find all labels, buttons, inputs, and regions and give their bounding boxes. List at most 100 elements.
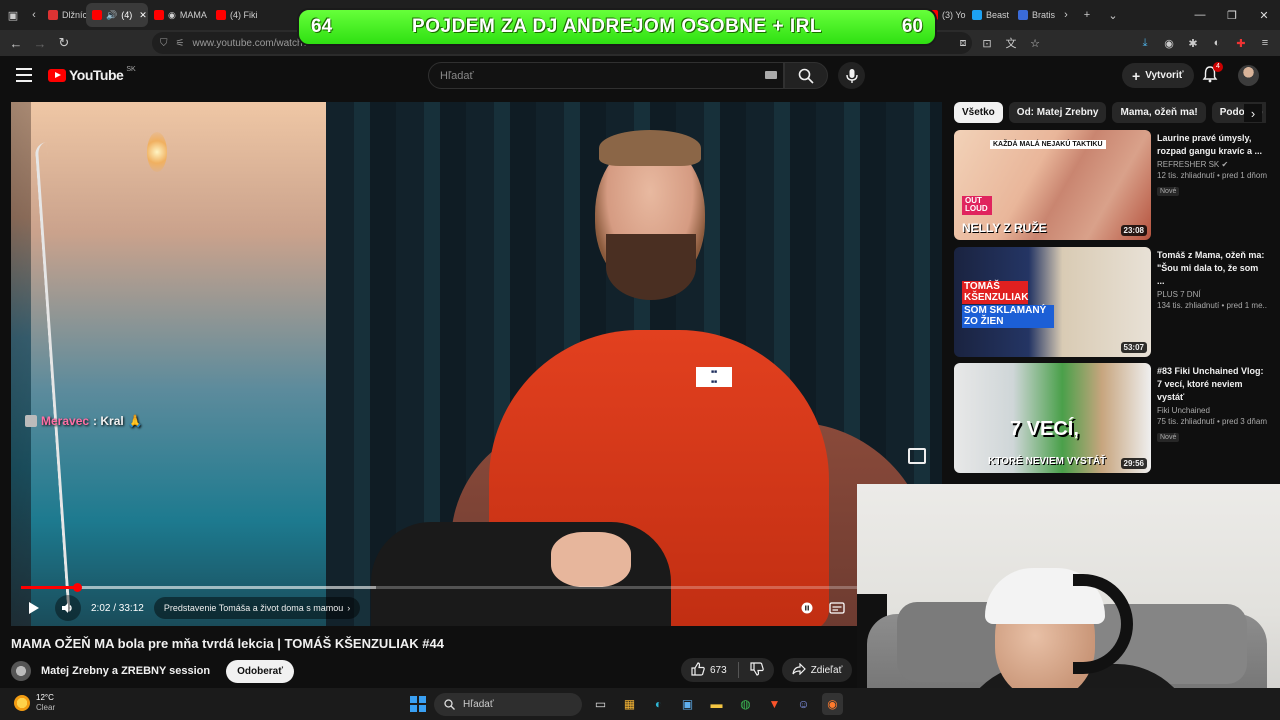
- rec-title[interactable]: Laurine pravé úmysly, rozpad gangu kraví…: [1157, 132, 1267, 158]
- keyboard-icon[interactable]: [765, 71, 777, 79]
- chrome-icon[interactable]: ◍: [735, 693, 756, 715]
- rec-channel[interactable]: REFRESHER SK ✔: [1157, 160, 1267, 169]
- firefox-icon[interactable]: ◉: [822, 693, 843, 715]
- record-icon: ◉: [168, 9, 176, 20]
- profile-icon[interactable]: ◉: [1160, 32, 1178, 54]
- tab-actions-icon[interactable]: ▣: [0, 3, 26, 27]
- chip-series[interactable]: Mama, ožeň ma!: [1112, 102, 1206, 123]
- extension-colorful-icon[interactable]: ◐: [1208, 32, 1226, 54]
- rec-title[interactable]: #83 Fiki Unchained Vlog: 7 vecí, ktoré n…: [1157, 365, 1267, 404]
- browser-tab-1[interactable]: Dlžníci: [42, 3, 86, 27]
- like-dislike-group: 673: [681, 658, 774, 682]
- play-icon: [29, 602, 39, 614]
- new-tab-icon[interactable]: +: [1074, 3, 1100, 27]
- recommendation-item[interactable]: TOMÁŠ KŠENZULIAK SOM SKLAMANÝ ZO ŽIEN 53…: [954, 247, 1270, 357]
- download-icon[interactable]: ⤓: [1136, 32, 1154, 54]
- chapter-button[interactable]: Predstavenie Tomáša a život doma s mamou…: [153, 597, 361, 619]
- store-icon[interactable]: ▦: [619, 693, 640, 715]
- speaker-icon[interactable]: 🔊: [106, 10, 117, 21]
- reload-icon[interactable]: ↻: [52, 31, 76, 55]
- hamburger-menu-icon[interactable]: [16, 68, 32, 82]
- autoplay-toggle-icon[interactable]: [792, 594, 822, 622]
- video-thumbnail[interactable]: KAŽDÁ MALÁ NEJAKÚ TAKTIKU OUT LOUD NELLY…: [954, 130, 1151, 240]
- chip-all[interactable]: Všetko: [954, 102, 1003, 123]
- windows-start-icon[interactable]: [410, 696, 426, 712]
- site-settings-icon[interactable]: ⚟: [176, 38, 185, 49]
- photos-icon[interactable]: ▣: [677, 693, 698, 715]
- taskbar-search[interactable]: Hľadať: [434, 693, 582, 716]
- recommendation-item[interactable]: 7 VECÍ, KTORÉ NEVIEM VYSTÁŤ 29:56 #83 Fi…: [954, 363, 1270, 473]
- restore-icon[interactable]: ❐: [1216, 0, 1248, 30]
- youtube-favicon-icon: [154, 10, 164, 20]
- video-player[interactable]: ■■ ■■ Meravec : Kral 🙏 2:02 / 33:12 Preds…: [11, 102, 942, 626]
- youtube-masthead: YouTube SK Hľadať + Vytvoriť 4: [0, 56, 1280, 96]
- subscribe-button[interactable]: Odoberať: [226, 659, 295, 683]
- play-button[interactable]: [19, 594, 49, 622]
- chat-text: : Kral: [93, 414, 124, 428]
- task-view-icon[interactable]: ▭: [590, 693, 611, 715]
- back-icon[interactable]: ←: [4, 31, 28, 55]
- recommendation-item[interactable]: KAŽDÁ MALÁ NEJAKÚ TAKTIKU OUT LOUD NELLY…: [954, 130, 1270, 240]
- rec-views: 75 tis. zhliadnutí • pred 3 dňami: [1157, 417, 1267, 426]
- browser-menu-icon[interactable]: ≡: [1256, 32, 1274, 54]
- rec-views: 12 tis. zhliadnutí • pred 1 dňom: [1157, 171, 1267, 180]
- rec-channel[interactable]: PLUS 7 DNÍ: [1157, 290, 1267, 299]
- browser-tab-3[interactable]: ◉ MAMA: [148, 3, 210, 27]
- video-thumbnail[interactable]: TOMÁŠ KŠENZULIAK SOM SKLAMANÝ ZO ŽIEN 53…: [954, 247, 1151, 357]
- subtitles-icon[interactable]: [822, 594, 852, 622]
- search-button[interactable]: [784, 62, 828, 89]
- rec-title[interactable]: Tomáš z Mama, ožeň ma: "Šou mi dala to, …: [1157, 249, 1267, 288]
- create-button[interactable]: + Vytvoriť: [1122, 63, 1194, 88]
- browser-tab-7[interactable]: Bratis: [1012, 3, 1058, 27]
- chips-next-arrow-icon[interactable]: ›: [1244, 104, 1262, 122]
- browser-tab-2[interactable]: 🔊 (4) ✕: [86, 3, 148, 27]
- weather-widget[interactable]: 12°C Clear: [14, 693, 55, 713]
- miniplayer-icon[interactable]: [908, 448, 926, 464]
- account-avatar[interactable]: [1238, 65, 1259, 86]
- duration-badge: 53:07: [1120, 342, 1147, 353]
- extensions-puzzle-icon[interactable]: ✱: [1184, 32, 1202, 54]
- brave-icon[interactable]: ▼: [764, 693, 785, 715]
- tab-scroll-right-icon[interactable]: ›: [1058, 3, 1074, 27]
- screenshot-icon[interactable]: ⧈: [954, 32, 972, 54]
- rec-channel[interactable]: Fiki Unchained: [1157, 406, 1267, 415]
- minimize-icon[interactable]: —: [1184, 0, 1216, 30]
- thumbs-up-icon[interactable]: [691, 661, 705, 679]
- video-frame: ■■ ■■: [11, 102, 942, 626]
- notifications-button[interactable]: 4: [1201, 62, 1223, 85]
- website-favicon-icon: [1018, 10, 1028, 20]
- chip-from-channel[interactable]: Od: Matej Zrebny: [1008, 102, 1107, 123]
- search-input[interactable]: Hľadať: [428, 62, 784, 89]
- chat-nick: Meravec: [41, 414, 90, 428]
- cast-icon[interactable]: ⊡: [978, 32, 996, 54]
- edge-icon[interactable]: ◐: [648, 693, 669, 715]
- extension-badge-icon[interactable]: ✚: [1232, 32, 1250, 54]
- share-button[interactable]: Zdieľať: [781, 658, 853, 682]
- voice-search-button[interactable]: [838, 62, 865, 89]
- progress-bar[interactable]: [21, 583, 932, 592]
- file-explorer-icon[interactable]: ▬: [706, 693, 727, 715]
- scrubber-handle[interactable]: [72, 583, 82, 592]
- browser-tab-6[interactable]: Beast: [966, 3, 1012, 27]
- weather-condition: Clear: [36, 703, 56, 712]
- bookmark-star-icon[interactable]: ☆: [1026, 32, 1044, 54]
- close-tab-icon[interactable]: ✕: [139, 10, 147, 21]
- browser-tab-4[interactable]: (4) Fiki: [210, 3, 262, 27]
- banner-left-number: 64: [311, 16, 333, 37]
- volume-button[interactable]: [55, 595, 81, 621]
- like-count[interactable]: 673: [710, 665, 727, 676]
- forward-icon[interactable]: →: [28, 31, 52, 55]
- video-thumbnail[interactable]: 7 VECÍ, KTORÉ NEVIEM VYSTÁŤ 29:56: [954, 363, 1151, 473]
- youtube-favicon-icon: [92, 10, 102, 20]
- tab-list-chevron-icon[interactable]: ⌄: [1100, 3, 1126, 27]
- translate-icon[interactable]: 文: [1002, 32, 1020, 54]
- channel-name[interactable]: Matej Zrebny a ZREBNY session: [41, 665, 210, 677]
- shield-icon[interactable]: ⛉: [160, 38, 168, 49]
- discord-icon[interactable]: ☺: [793, 693, 814, 715]
- tab-scroll-left-icon[interactable]: ‹: [26, 3, 42, 27]
- duration-badge: 23:08: [1120, 225, 1147, 236]
- youtube-logo[interactable]: YouTube SK: [48, 66, 136, 83]
- thumbs-down-icon[interactable]: [750, 661, 764, 679]
- channel-avatar[interactable]: [11, 661, 31, 681]
- close-window-icon[interactable]: ✕: [1248, 0, 1280, 30]
